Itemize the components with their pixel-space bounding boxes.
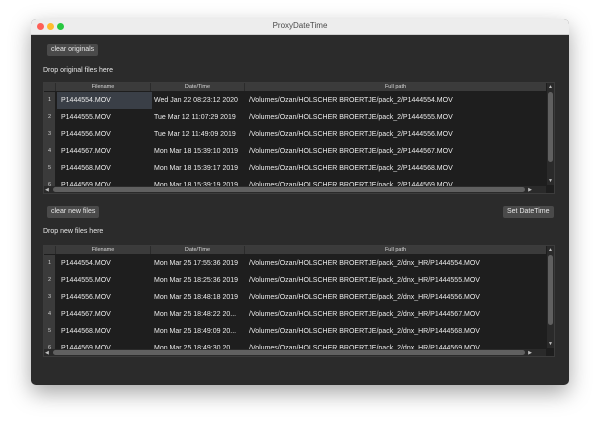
filename-cell[interactable]: P1444567.MOV bbox=[57, 143, 152, 160]
fullpath-cell[interactable]: /Volumes/Ozan/HOLSCHER BROERTJE/pack_2/P… bbox=[245, 160, 547, 177]
datetime-cell[interactable]: Wed Jan 22 08:23:12 2020 bbox=[151, 92, 245, 109]
vertical-scrollbar[interactable]: ▲ ▼ bbox=[547, 246, 554, 348]
table-row[interactable]: 5 P1444568.MOV Mon Mar 25 18:49:09 20...… bbox=[44, 323, 546, 340]
fullpath-cell[interactable]: /Volumes/Ozan/HOLSCHER BROERTJE/pack_2/P… bbox=[245, 109, 547, 126]
datetime-cell[interactable]: Mon Mar 18 15:39:10 2019 bbox=[151, 143, 245, 160]
column-header-datetime[interactable]: Date/Time bbox=[151, 246, 245, 254]
filename-cell[interactable]: P1444554.MOV bbox=[57, 92, 152, 109]
datetime-cell[interactable]: Mon Mar 25 18:49:09 20... bbox=[151, 323, 245, 340]
row-number: 4 bbox=[44, 306, 55, 323]
window-title: ProxyDateTime bbox=[272, 21, 328, 30]
column-header-filename[interactable]: Filename bbox=[56, 83, 151, 91]
scroll-left-icon[interactable]: ◀ bbox=[45, 350, 49, 356]
vertical-scroll-thumb[interactable] bbox=[548, 255, 553, 325]
column-header-filename[interactable]: Filename bbox=[56, 246, 151, 254]
fullpath-cell[interactable]: /Volumes/Ozan/HOLSCHER BROERTJE/pack_2/P… bbox=[245, 143, 547, 160]
set-datetime-button[interactable]: Set DateTime bbox=[503, 206, 554, 218]
title-bar[interactable]: ProxyDateTime bbox=[31, 19, 569, 35]
scroll-up-icon[interactable]: ▲ bbox=[548, 247, 553, 253]
filename-cell[interactable]: P1444568.MOV bbox=[57, 160, 152, 177]
table-row[interactable]: 4 P1444567.MOV Mon Mar 18 15:39:10 2019 … bbox=[44, 143, 546, 160]
table-row[interactable]: 2 P1444555.MOV Tue Mar 12 11:07:29 2019 … bbox=[44, 109, 546, 126]
row-number-header bbox=[44, 246, 56, 254]
filename-cell[interactable]: P1444556.MOV bbox=[57, 126, 152, 143]
column-header-fullpath[interactable]: Full path bbox=[245, 246, 546, 254]
row-number: 3 bbox=[44, 289, 55, 306]
table-row[interactable]: 1 P1444554.MOV Wed Jan 22 08:23:12 2020 … bbox=[44, 92, 546, 109]
datetime-cell[interactable]: Mon Mar 25 17:55:36 2019 bbox=[151, 255, 245, 272]
filename-cell[interactable]: P1444554.MOV bbox=[57, 255, 152, 272]
datetime-cell[interactable]: Mon Mar 18 15:39:17 2019 bbox=[151, 160, 245, 177]
datetime-cell[interactable]: Tue Mar 12 11:07:29 2019 bbox=[151, 109, 245, 126]
row-number: 2 bbox=[44, 272, 55, 289]
column-header-datetime[interactable]: Date/Time bbox=[151, 83, 245, 91]
new-files-table[interactable]: Filename Date/Time Full path 1 P1444554.… bbox=[43, 245, 555, 357]
table-row[interactable]: 3 P1444556.MOV Mon Mar 25 18:48:18 2019 … bbox=[44, 289, 546, 306]
row-number: 1 bbox=[44, 255, 55, 272]
row-number-header bbox=[44, 83, 56, 91]
app-window: ProxyDateTime clear originals Drop origi… bbox=[31, 19, 569, 385]
scroll-down-icon[interactable]: ▼ bbox=[548, 178, 553, 184]
fullpath-cell[interactable]: /Volumes/Ozan/HOLSCHER BROERTJE/pack_2/d… bbox=[245, 323, 547, 340]
horizontal-scrollbar[interactable]: ◀ ▶ bbox=[44, 186, 546, 193]
column-header-fullpath[interactable]: Full path bbox=[245, 83, 546, 91]
table-row[interactable]: 4 P1444567.MOV Mon Mar 25 18:48:22 20...… bbox=[44, 306, 546, 323]
table-row[interactable]: 1 P1444554.MOV Mon Mar 25 17:55:36 2019 … bbox=[44, 255, 546, 272]
fullpath-cell[interactable]: /Volumes/Ozan/HOLSCHER BROERTJE/pack_2/d… bbox=[245, 272, 547, 289]
table-row[interactable]: 5 P1444568.MOV Mon Mar 18 15:39:17 2019 … bbox=[44, 160, 546, 177]
vertical-scrollbar[interactable]: ▲ ▼ bbox=[547, 83, 554, 185]
filename-cell[interactable]: P1444556.MOV bbox=[57, 289, 152, 306]
vertical-scroll-thumb[interactable] bbox=[548, 92, 553, 162]
horizontal-scroll-thumb[interactable] bbox=[53, 187, 525, 192]
new-table-header: Filename Date/Time Full path bbox=[44, 246, 546, 254]
fullpath-cell[interactable]: /Volumes/Ozan/HOLSCHER BROERTJE/pack_2/d… bbox=[245, 289, 547, 306]
filename-cell[interactable]: P1444568.MOV bbox=[57, 323, 152, 340]
row-number: 5 bbox=[44, 323, 55, 340]
table-row[interactable]: 3 P1444556.MOV Tue Mar 12 11:49:09 2019 … bbox=[44, 126, 546, 143]
row-number: 5 bbox=[44, 160, 55, 177]
filename-cell[interactable]: P1444567.MOV bbox=[57, 306, 152, 323]
datetime-cell[interactable]: Mon Mar 25 18:25:36 2019 bbox=[151, 272, 245, 289]
filename-cell[interactable]: P1444555.MOV bbox=[57, 272, 152, 289]
scroll-down-icon[interactable]: ▼ bbox=[548, 341, 553, 347]
original-table-header: Filename Date/Time Full path bbox=[44, 83, 546, 91]
fullpath-cell[interactable]: /Volumes/Ozan/HOLSCHER BROERTJE/pack_2/P… bbox=[245, 92, 547, 109]
datetime-cell[interactable]: Mon Mar 25 18:48:22 20... bbox=[151, 306, 245, 323]
clear-new-files-button[interactable]: clear new files bbox=[47, 206, 100, 218]
scroll-right-icon[interactable]: ▶ bbox=[528, 187, 532, 193]
fullpath-cell[interactable]: /Volumes/Ozan/HOLSCHER BROERTJE/pack_2/P… bbox=[245, 126, 547, 143]
fullpath-cell[interactable]: /Volumes/Ozan/HOLSCHER BROERTJE/pack_2/d… bbox=[245, 306, 547, 323]
scroll-up-icon[interactable]: ▲ bbox=[548, 84, 553, 90]
scroll-left-icon[interactable]: ◀ bbox=[45, 187, 49, 193]
row-number: 2 bbox=[44, 109, 55, 126]
drop-new-label: Drop new files here bbox=[43, 228, 104, 235]
row-number: 1 bbox=[44, 92, 55, 109]
datetime-cell[interactable]: Mon Mar 25 18:48:18 2019 bbox=[151, 289, 245, 306]
row-number: 3 bbox=[44, 126, 55, 143]
horizontal-scrollbar[interactable]: ◀ ▶ bbox=[44, 349, 546, 356]
drop-original-label: Drop original files here bbox=[43, 67, 114, 74]
horizontal-scroll-thumb[interactable] bbox=[53, 350, 525, 355]
fullpath-cell[interactable]: /Volumes/Ozan/HOLSCHER BROERTJE/pack_2/d… bbox=[245, 255, 547, 272]
scroll-right-icon[interactable]: ▶ bbox=[528, 350, 532, 356]
row-number: 4 bbox=[44, 143, 55, 160]
table-row[interactable]: 2 P1444555.MOV Mon Mar 25 18:25:36 2019 … bbox=[44, 272, 546, 289]
clear-originals-button[interactable]: clear originals bbox=[47, 44, 99, 56]
filename-cell[interactable]: P1444555.MOV bbox=[57, 109, 152, 126]
datetime-cell[interactable]: Tue Mar 12 11:49:09 2019 bbox=[151, 126, 245, 143]
original-files-table[interactable]: Filename Date/Time Full path 1 P1444554.… bbox=[43, 82, 555, 194]
